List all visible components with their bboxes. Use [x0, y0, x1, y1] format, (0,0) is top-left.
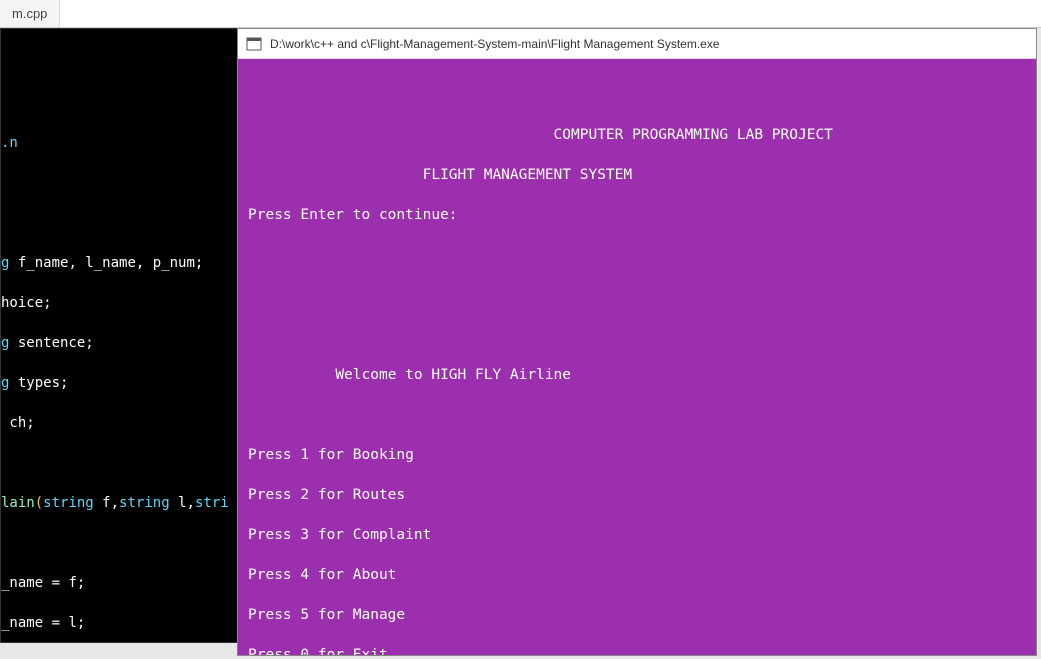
console-prompt: Press Enter to continue: — [248, 207, 458, 223]
console-welcome: Welcome to HIGH FLY Airline — [335, 367, 571, 383]
menu-option-2: Press 2 for Routes — [248, 487, 405, 503]
console-titlebar[interactable]: D:\work\c++ and c\Flight-Management-Syst… — [238, 29, 1036, 59]
console-app-icon — [246, 36, 262, 52]
console-heading-2: FLIGHT MANAGEMENT SYSTEM — [423, 167, 633, 183]
console-window: D:\work\c++ and c\Flight-Management-Syst… — [237, 28, 1037, 656]
code-editor[interactable]: .n g f_name, l_name, p_num; hoice; g sen… — [0, 28, 238, 643]
tab-bar: m.cpp — [0, 0, 1041, 28]
tab-label: m.cpp — [12, 6, 47, 21]
file-tab[interactable]: m.cpp — [0, 0, 60, 27]
main-area: .n g f_name, l_name, p_num; hoice; g sen… — [0, 28, 1041, 659]
console-heading-1: COMPUTER PROGRAMMING LAB PROJECT — [554, 127, 833, 143]
menu-option-5: Press 5 for Manage — [248, 607, 405, 623]
menu-option-4: Press 4 for About — [248, 567, 396, 583]
console-output[interactable]: COMPUTER PROGRAMMING LAB PROJECT FLIGHT … — [238, 59, 1036, 655]
menu-option-1: Press 1 for Booking — [248, 447, 414, 463]
menu-option-3: Press 3 for Complaint — [248, 527, 431, 543]
menu-option-0: Press 0 for Exit — [248, 647, 388, 655]
console-title-text: D:\work\c++ and c\Flight-Management-Syst… — [270, 37, 720, 51]
